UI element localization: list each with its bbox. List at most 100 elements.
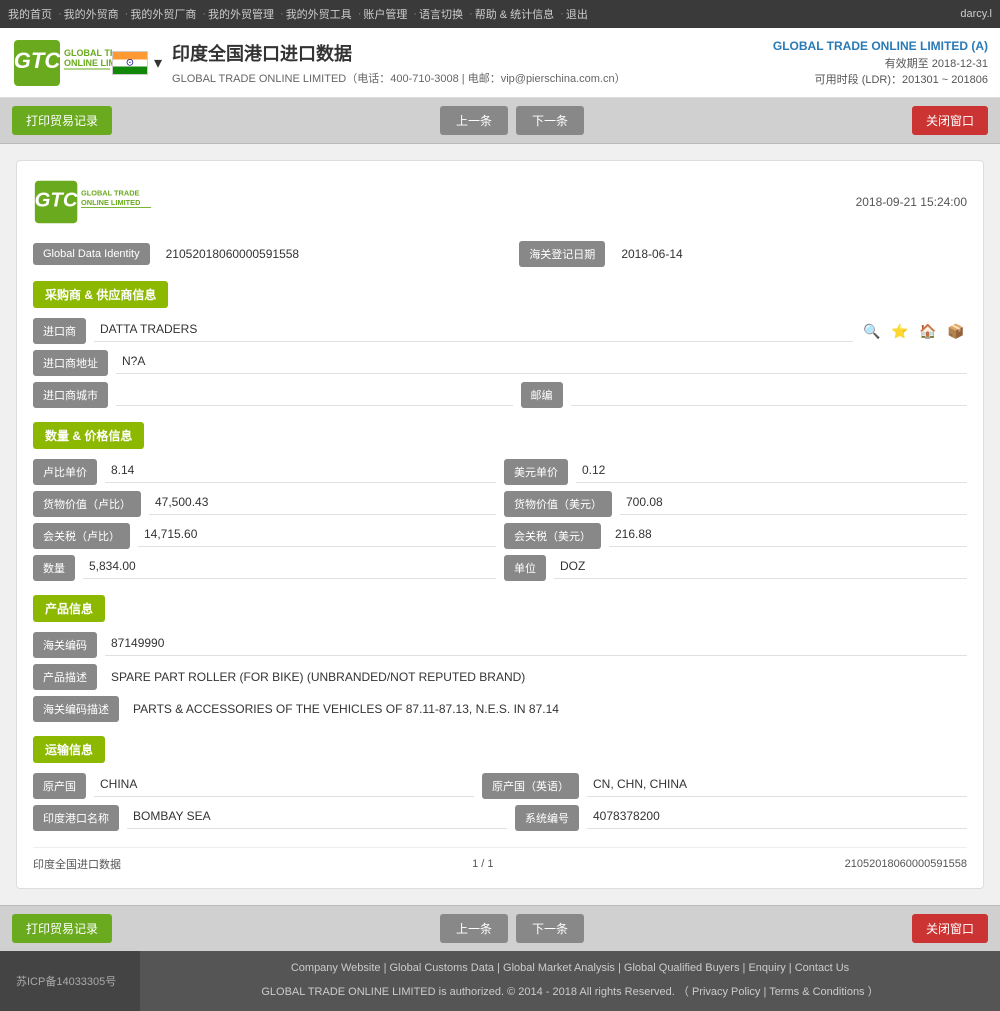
validity-date: 有效期至 2018-12-31	[773, 55, 988, 71]
mail-icon[interactable]: 📦	[945, 320, 967, 342]
next-button[interactable]: 下一条	[516, 106, 584, 135]
footer-enquiry[interactable]: Enquiry	[748, 962, 785, 974]
close-button-bottom[interactable]: 关闭窗口	[912, 914, 988, 943]
system-code-label: 系统编号	[515, 805, 579, 831]
nav-factories[interactable]: 我的外贸厂商	[130, 6, 196, 22]
nav-account[interactable]: 账户管理	[363, 6, 407, 22]
footer-source: 印度全国进口数据	[33, 856, 121, 872]
main-content: GTC GLOBAL TRADE ONLINE LIMITED 2018-09-…	[0, 144, 1000, 905]
company-contact: GLOBAL TRADE ONLINE LIMITED（电话：400-710-3…	[172, 70, 773, 86]
search-icon[interactable]: 🔍	[861, 320, 883, 342]
page-title: 印度全国港口进口数据	[172, 40, 773, 66]
nav-tools[interactable]: 我的外贸工具	[286, 6, 352, 22]
svg-text:GTC: GTC	[14, 48, 62, 73]
hs-code-label: 海关编码	[33, 632, 97, 658]
transport-section: 运输信息 原产国 CHINA 原产国（英语） CN, CHN, CHINA 印度…	[33, 736, 967, 831]
header-title-area: 印度全国港口进口数据 GLOBAL TRADE ONLINE LIMITED（电…	[172, 40, 773, 86]
home-icon[interactable]: 🏠	[917, 320, 939, 342]
cargo-value-usd-value: 700.08	[620, 493, 967, 515]
svg-text:GLOBAL TRADE: GLOBAL TRADE	[64, 48, 112, 58]
print-button-bottom[interactable]: 打印贸易记录	[12, 914, 112, 943]
postal-code-label: 邮编	[521, 382, 563, 408]
product-section-title: 产品信息	[33, 595, 105, 622]
unit-price-usd-value: 0.12	[576, 461, 967, 483]
customs-duty-inr-label: 会关税（卢比）	[33, 523, 130, 549]
importer-address-value: N?A	[116, 352, 967, 374]
footer-area: 苏ICP备14033305号 Company Website | Global …	[0, 951, 1000, 1011]
customs-date-label: 海关登记日期	[519, 241, 605, 267]
unit-price-usd-label: 美元单价	[504, 459, 568, 485]
star-icon[interactable]: ⭐	[889, 320, 911, 342]
nav-logout[interactable]: 退出	[566, 6, 588, 22]
bottom-toolbar: 打印贸易记录 上一条 下一条 关闭窗口	[0, 905, 1000, 951]
unit-price-row: 卢比单价 8.14 美元单价 0.12	[33, 459, 967, 485]
product-section: 产品信息 海关编码 87149990 产品描述 SPARE PART ROLLE…	[33, 595, 967, 722]
nav-management[interactable]: 我的外贸管理	[208, 6, 274, 22]
postal-code-value	[571, 384, 968, 406]
footer-customs-data[interactable]: Global Customs Data	[390, 962, 495, 974]
importer-row: 进口商 DATTA TRADERS 🔍 ⭐ 🏠 📦	[33, 318, 967, 344]
cargo-value-inr-label: 货物价值（卢比）	[33, 491, 141, 517]
nav-language[interactable]: 语言切换	[419, 6, 463, 22]
importer-address-label: 进口商地址	[33, 350, 108, 376]
importer-city-label: 进口商城市	[33, 382, 108, 408]
origin-country-label: 原产国	[33, 773, 86, 799]
footer-copyright: GLOBAL TRADE ONLINE LIMITED is authorize…	[152, 983, 988, 1003]
quantity-row: 数量 5,834.00 单位 DOZ	[33, 555, 967, 581]
buyer-supplier-section: 采购商 & 供应商信息 进口商 DATTA TRADERS 🔍 ⭐ 🏠 📦 进口…	[33, 281, 967, 408]
product-desc-label: 产品描述	[33, 664, 97, 690]
customs-duty-usd-label: 会关税（美元）	[504, 523, 601, 549]
footer-privacy[interactable]: Privacy Policy	[692, 986, 760, 998]
customs-date-value: 2018-06-14	[613, 247, 967, 261]
origin-country-row: 原产国 CHINA 原产国（英语） CN, CHN, CHINA	[33, 773, 967, 799]
importer-value: DATTA TRADERS	[94, 320, 853, 342]
footer-terms[interactable]: Terms & Conditions	[769, 986, 864, 998]
print-button[interactable]: 打印贸易记录	[12, 106, 112, 135]
next-button-bottom[interactable]: 下一条	[516, 914, 584, 943]
record-footer: 印度全国进口数据 1 / 1 21052018060000591558	[33, 847, 967, 872]
importer-city-row: 进口商城市 邮编	[33, 382, 967, 408]
product-desc-value: SPARE PART ROLLER (FOR BIKE) (UNBRANDED/…	[105, 668, 531, 686]
system-code-value: 4078378200	[587, 807, 967, 829]
cargo-value-inr-value: 47,500.43	[149, 493, 496, 515]
footer-contact-us[interactable]: Contact Us	[795, 962, 849, 974]
quantity-value: 5,834.00	[83, 557, 496, 579]
action-icons: 🔍 ⭐ 🏠 📦	[861, 320, 967, 342]
buyer-supplier-title: 采购商 & 供应商信息	[33, 281, 168, 308]
record-datetime: 2018-09-21 15:24:00	[856, 195, 967, 209]
product-desc-row: 产品描述 SPARE PART ROLLER (FOR BIKE) (UNBRA…	[33, 664, 967, 690]
india-port-label: 印度港口名称	[33, 805, 119, 831]
page-footer: Company Website | Global Customs Data | …	[140, 951, 1000, 1011]
page-header: GTC GLOBAL TRADE ONLINE LIMITED ▾ 印度全国港口…	[0, 28, 1000, 98]
nav-home[interactable]: 我的首页	[8, 6, 52, 22]
customs-duty-inr-value: 14,715.60	[138, 525, 496, 547]
cargo-value-usd-label: 货物价值（美元）	[504, 491, 612, 517]
svg-text:GLOBAL TRADE: GLOBAL TRADE	[81, 189, 140, 198]
origin-country-en-label: 原产国（英语）	[482, 773, 579, 799]
price-section-title: 数量 & 价格信息	[33, 422, 144, 449]
nav-help[interactable]: 帮助 & 统计信息	[475, 6, 554, 22]
india-port-value: BOMBAY SEA	[127, 807, 507, 829]
importer-label: 进口商	[33, 318, 86, 344]
header-right: GLOBAL TRADE ONLINE LIMITED (A) 有效期至 201…	[773, 39, 988, 87]
prev-button-bottom[interactable]: 上一条	[440, 914, 508, 943]
footer-company-website[interactable]: Company Website	[291, 962, 381, 974]
footer-market-analysis[interactable]: Global Market Analysis	[503, 962, 615, 974]
close-button[interactable]: 关闭窗口	[912, 106, 988, 135]
unit-price-inr-value: 8.14	[105, 461, 496, 483]
importer-address-row: 进口商地址 N?A	[33, 350, 967, 376]
global-data-identity-label: Global Data Identity	[33, 243, 150, 265]
country-flag: ▾	[112, 51, 162, 75]
prev-button[interactable]: 上一条	[440, 106, 508, 135]
transport-section-title: 运输信息	[33, 736, 105, 763]
price-section: 数量 & 价格信息 卢比单价 8.14 美元单价 0.12 货物价值（卢比） 4…	[33, 422, 967, 581]
hs-code-desc-value: PARTS & ACCESSORIES OF THE VEHICLES OF 8…	[127, 700, 565, 718]
nav-buyers[interactable]: 我的外贸商	[64, 6, 119, 22]
top-toolbar: 打印贸易记录 上一条 下一条 关闭窗口	[0, 98, 1000, 144]
quantity-label: 数量	[33, 555, 75, 581]
cargo-value-row: 货物价值（卢比） 47,500.43 货物价值（美元） 700.08	[33, 491, 967, 517]
footer-qualified-buyers[interactable]: Global Qualified Buyers	[624, 962, 740, 974]
username: darcy.l	[960, 8, 992, 20]
hs-code-desc-row: 海关编码描述 PARTS & ACCESSORIES OF THE VEHICL…	[33, 696, 967, 722]
hs-code-row: 海关编码 87149990	[33, 632, 967, 658]
